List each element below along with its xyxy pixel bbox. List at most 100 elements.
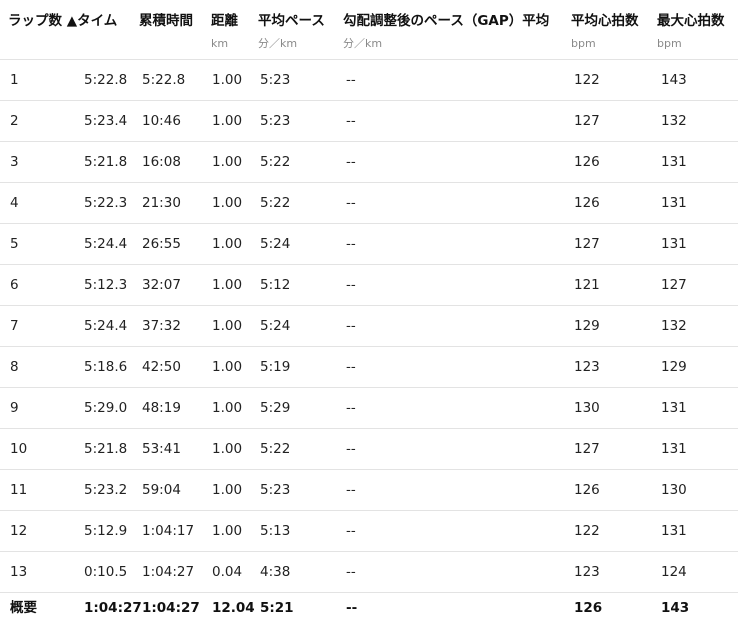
- distance-cell: 1.00: [212, 154, 243, 170]
- distance-cell: 1.00: [212, 113, 243, 129]
- cumulative-time-cell: 1:04:17: [142, 523, 195, 539]
- column-header-distance[interactable]: 距離 km: [211, 12, 238, 51]
- avg-pace-cell: 5:23: [260, 482, 291, 498]
- lap-time-cell: 5:21.8: [84, 441, 128, 457]
- column-header-label: 最大心拍数: [657, 13, 725, 29]
- table-row[interactable]: 7 5:24.4 37:32 1.00 5:24 -- 129 132: [0, 306, 738, 347]
- summary-distance: 12.04: [212, 600, 255, 616]
- avg-hr-cell: 127: [574, 236, 600, 252]
- table-row[interactable]: 5 5:24.4 26:55 1.00 5:24 -- 127 131: [0, 224, 738, 265]
- cumulative-time-cell: 21:30: [142, 195, 181, 211]
- max-hr-cell: 131: [661, 441, 687, 457]
- summary-cumulative: 1:04:27: [142, 600, 200, 616]
- avg-hr-cell: 122: [574, 72, 600, 88]
- table-row[interactable]: 3 5:21.8 16:08 1.00 5:22 -- 126 131: [0, 142, 738, 183]
- summary-time: 1:04:27: [84, 600, 142, 616]
- max-hr-cell: 129: [661, 359, 687, 375]
- gap-cell: --: [346, 359, 356, 375]
- column-header-unit: 分／km: [343, 37, 383, 50]
- avg-pace-cell: 5:22: [260, 154, 291, 170]
- lap-number-cell: 9: [10, 400, 19, 416]
- cumulative-time-cell: 42:50: [142, 359, 181, 375]
- column-header-max-hr[interactable]: 最大心拍数 bpm: [657, 12, 725, 51]
- lap-time-cell: 5:12.9: [84, 523, 128, 539]
- column-header-gap[interactable]: 勾配調整後のペース（GAP）平均 分／km: [343, 12, 549, 51]
- avg-hr-cell: 126: [574, 154, 600, 170]
- max-hr-cell: 132: [661, 113, 687, 129]
- table-row[interactable]: 13 0:10.5 1:04:27 0.04 4:38 -- 123 124: [0, 552, 738, 593]
- laps-table: ラップ数 ▲タイム 累積時間 距離 km 平均ペース 分／km 勾配調整後のペー…: [0, 0, 738, 628]
- column-header-label: 平均心拍数: [571, 13, 639, 29]
- lap-time-cell: 5:21.8: [84, 154, 128, 170]
- lap-time-cell: 5:12.3: [84, 277, 128, 293]
- distance-cell: 1.00: [212, 277, 243, 293]
- lap-time-cell: 5:22.8: [84, 72, 128, 88]
- distance-cell: 1.00: [212, 72, 243, 88]
- cumulative-time-cell: 59:04: [142, 482, 181, 498]
- avg-pace-cell: 5:29: [260, 400, 291, 416]
- table-row[interactable]: 12 5:12.9 1:04:17 1.00 5:13 -- 122 131: [0, 511, 738, 552]
- table-header: ラップ数 ▲タイム 累積時間 距離 km 平均ペース 分／km 勾配調整後のペー…: [0, 0, 738, 60]
- column-header-avg-hr[interactable]: 平均心拍数 bpm: [571, 12, 639, 51]
- avg-hr-cell: 127: [574, 113, 600, 129]
- gap-cell: --: [346, 113, 356, 129]
- avg-pace-cell: 5:12: [260, 277, 291, 293]
- max-hr-cell: 131: [661, 523, 687, 539]
- lap-number-cell: 4: [10, 195, 19, 211]
- lap-number-cell: 2: [10, 113, 19, 129]
- table-row[interactable]: 6 5:12.3 32:07 1.00 5:12 -- 121 127: [0, 265, 738, 306]
- column-header-label: 平均ペース: [258, 13, 325, 29]
- lap-time-cell: 5:29.0: [84, 400, 128, 416]
- avg-pace-cell: 5:24: [260, 236, 291, 252]
- gap-cell: --: [346, 523, 356, 539]
- avg-pace-cell: 4:38: [260, 564, 291, 580]
- table-row[interactable]: 9 5:29.0 48:19 1.00 5:29 -- 130 131: [0, 388, 738, 429]
- cumulative-time-cell: 1:04:27: [142, 564, 195, 580]
- column-header-lap-time[interactable]: ラップ数 ▲タイム: [8, 12, 117, 30]
- avg-hr-cell: 123: [574, 359, 600, 375]
- distance-cell: 1.00: [212, 359, 243, 375]
- gap-cell: --: [346, 236, 356, 252]
- table-row[interactable]: 10 5:21.8 53:41 1.00 5:22 -- 127 131: [0, 429, 738, 470]
- table-row[interactable]: 8 5:18.6 42:50 1.00 5:19 -- 123 129: [0, 347, 738, 388]
- cumulative-time-cell: 37:32: [142, 318, 181, 334]
- lap-time-cell: 0:10.5: [84, 564, 128, 580]
- column-header-avg-pace[interactable]: 平均ペース 分／km: [258, 12, 325, 51]
- avg-hr-cell: 129: [574, 318, 600, 334]
- table-row[interactable]: 4 5:22.3 21:30 1.00 5:22 -- 126 131: [0, 183, 738, 224]
- table-row[interactable]: 1 5:22.8 5:22.8 1.00 5:23 -- 122 143: [0, 60, 738, 101]
- lap-number-cell: 8: [10, 359, 19, 375]
- distance-cell: 1.00: [212, 195, 243, 211]
- distance-cell: 0.04: [212, 564, 243, 580]
- table-row[interactable]: 11 5:23.2 59:04 1.00 5:23 -- 126 130: [0, 470, 738, 511]
- max-hr-cell: 131: [661, 236, 687, 252]
- max-hr-cell: 132: [661, 318, 687, 334]
- avg-hr-cell: 122: [574, 523, 600, 539]
- lap-time-cell: 5:22.3: [84, 195, 128, 211]
- gap-cell: --: [346, 482, 356, 498]
- max-hr-cell: 143: [661, 72, 687, 88]
- cumulative-time-cell: 16:08: [142, 154, 181, 170]
- lap-number-cell: 10: [10, 441, 28, 457]
- lap-time-cell: 5:18.6: [84, 359, 128, 375]
- lap-number-cell: 13: [10, 564, 28, 580]
- gap-cell: --: [346, 564, 356, 580]
- gap-cell: --: [346, 400, 356, 416]
- avg-pace-cell: 5:23: [260, 113, 291, 129]
- cumulative-time-cell: 26:55: [142, 236, 181, 252]
- distance-cell: 1.00: [212, 400, 243, 416]
- column-header-label: 勾配調整後のペース（GAP）平均: [343, 13, 550, 29]
- avg-pace-cell: 5:13: [260, 523, 291, 539]
- lap-number-cell: 6: [10, 277, 19, 293]
- max-hr-cell: 131: [661, 400, 687, 416]
- cumulative-time-cell: 53:41: [142, 441, 181, 457]
- column-header-cumulative-time[interactable]: 累積時間: [139, 12, 193, 30]
- table-row[interactable]: 2 5:23.4 10:46 1.00 5:23 -- 127 132: [0, 101, 738, 142]
- column-header-label: 累積時間: [139, 13, 193, 29]
- table-body: 1 5:22.8 5:22.8 1.00 5:23 -- 122 143 2 5:23.4 10:4…: [0, 60, 738, 593]
- lap-time-cell: 5:24.4: [84, 318, 128, 334]
- avg-hr-cell: 127: [574, 441, 600, 457]
- avg-pace-cell: 5:24: [260, 318, 291, 334]
- avg-hr-cell: 130: [574, 400, 600, 416]
- avg-pace-cell: 5:23: [260, 72, 291, 88]
